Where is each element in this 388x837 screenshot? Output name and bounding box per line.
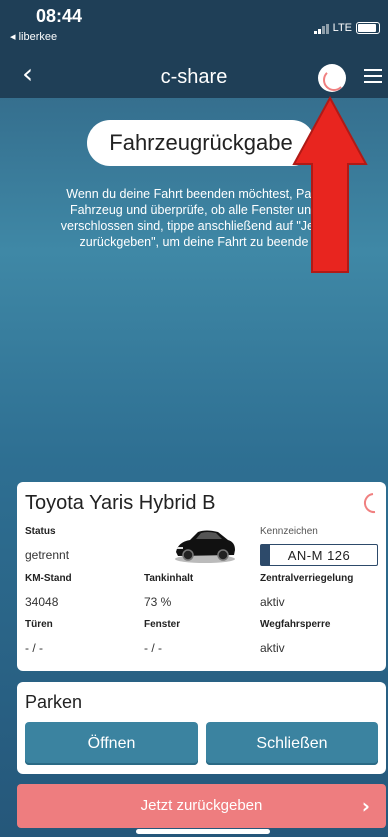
central-lock-label: Zentralverriegelung <box>260 573 354 584</box>
annotation-arrow-icon <box>292 96 368 273</box>
network-label: LTE <box>332 22 352 34</box>
signal-icon <box>314 24 329 34</box>
hamburger-menu-icon[interactable] <box>364 68 382 84</box>
loading-spinner-icon[interactable] <box>318 64 346 92</box>
doors-label: Türen <box>25 619 53 630</box>
parking-title: Parken <box>25 692 83 712</box>
immobilizer-value: aktiv <box>260 641 285 655</box>
status-bar: 08:44 ◂ liberkee LTE <box>0 0 388 56</box>
km-value: 34048 <box>25 595 59 609</box>
license-plate: AN-M 126 <box>260 544 378 566</box>
status-value: getrennt <box>25 548 70 562</box>
immobilizer-label: Wegfahrsperre <box>260 619 331 630</box>
doors-value: - / - <box>25 641 43 655</box>
tank-label: Tankinhalt <box>144 573 194 584</box>
return-button-label: Jetzt zurückgeben <box>140 797 263 814</box>
vehicle-name: Toyota Yaris Hybrid B <box>25 492 216 514</box>
parking-card: Parken Öffnen Schließen <box>17 682 386 774</box>
windows-value: - / - <box>144 641 162 655</box>
open-button[interactable]: Öffnen <box>25 722 198 765</box>
page-title: Fahrzeugrückgabe <box>87 120 315 166</box>
battery-icon <box>356 22 380 34</box>
tank-value: 73 % <box>144 595 172 609</box>
chevron-right-icon: › <box>361 794 370 818</box>
windows-label: Fenster <box>144 619 181 630</box>
central-lock-value: aktiv <box>260 595 285 609</box>
km-label: KM-Stand <box>25 573 72 584</box>
close-button[interactable]: Schließen <box>206 722 378 765</box>
nav-bar: ‹ c-share <box>0 56 388 98</box>
back-to-app-link[interactable]: ◂ liberkee <box>10 30 57 43</box>
return-vehicle-button[interactable]: Jetzt zurückgeben › <box>17 784 386 828</box>
car-image <box>175 530 235 563</box>
loading-spinner-icon <box>364 493 376 514</box>
status-label: Status <box>25 526 56 537</box>
clock: 08:44 <box>36 6 83 26</box>
home-indicator[interactable] <box>136 829 270 834</box>
vehicle-card: Toyota Yaris Hybrid B Status getrennt Ke… <box>17 482 386 671</box>
plate-value: AN-M 126 <box>287 548 351 563</box>
plate-label: Kennzeichen <box>260 526 318 537</box>
